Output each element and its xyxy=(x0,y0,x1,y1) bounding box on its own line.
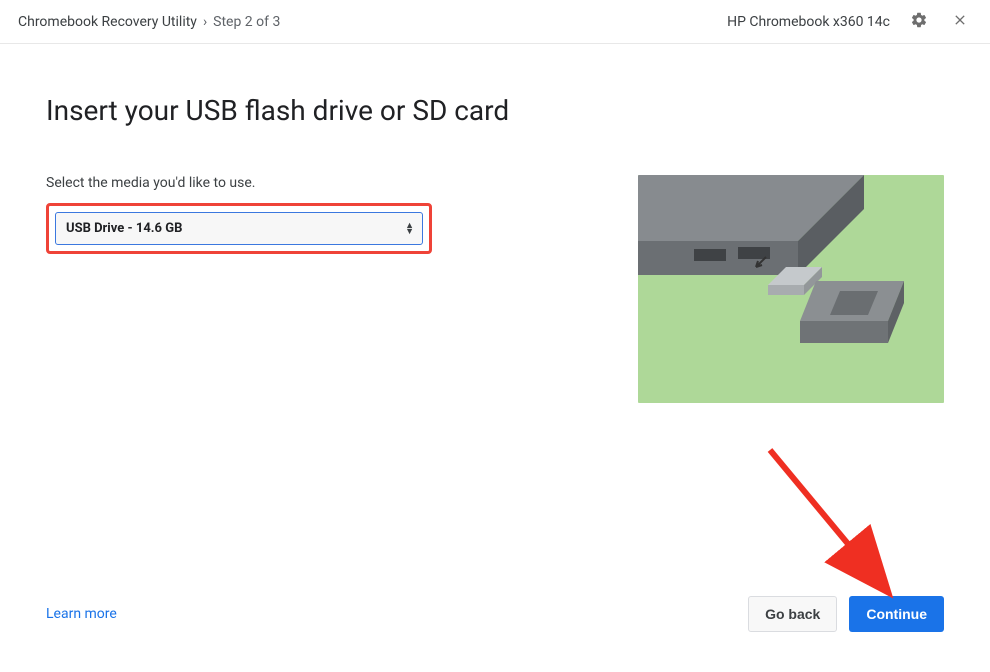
learn-more-link[interactable]: Learn more xyxy=(46,606,117,622)
settings-button[interactable] xyxy=(906,7,932,36)
media-select-value: USB Drive - 14.6 GB xyxy=(66,221,182,236)
footer-buttons: Go back Continue xyxy=(748,596,944,632)
go-back-button[interactable]: Go back xyxy=(748,596,837,632)
breadcrumb: Chromebook Recovery Utility › Step 2 of … xyxy=(18,14,280,30)
page-title: Insert your USB flash drive or SD card xyxy=(46,94,944,127)
select-highlight-box: USB Drive - 14.6 GB ▲▼ xyxy=(46,203,432,254)
columns: Select the media you'd like to use. USB … xyxy=(46,175,944,403)
gear-icon xyxy=(910,11,928,32)
close-icon xyxy=(952,12,968,31)
step-label: Step 2 of 3 xyxy=(213,14,280,30)
updown-icon: ▲▼ xyxy=(405,223,414,235)
media-select[interactable]: USB Drive - 14.6 GB ▲▼ xyxy=(55,212,423,245)
header: Chromebook Recovery Utility › Step 2 of … xyxy=(0,0,990,44)
continue-button[interactable]: Continue xyxy=(849,596,944,632)
left-column: Select the media you'd like to use. USB … xyxy=(46,175,432,403)
right-column xyxy=(638,175,944,403)
footer: Learn more Go back Continue xyxy=(46,596,944,632)
header-right: HP Chromebook x360 14c xyxy=(727,7,972,36)
content: Insert your USB flash drive or SD card S… xyxy=(0,44,990,403)
app-title: Chromebook Recovery Utility xyxy=(18,14,197,30)
close-button[interactable] xyxy=(948,8,972,35)
instruction-text: Select the media you'd like to use. xyxy=(46,175,432,191)
device-label: HP Chromebook x360 14c xyxy=(727,14,890,30)
breadcrumb-separator: › xyxy=(203,14,207,30)
usb-illustration xyxy=(638,175,944,403)
